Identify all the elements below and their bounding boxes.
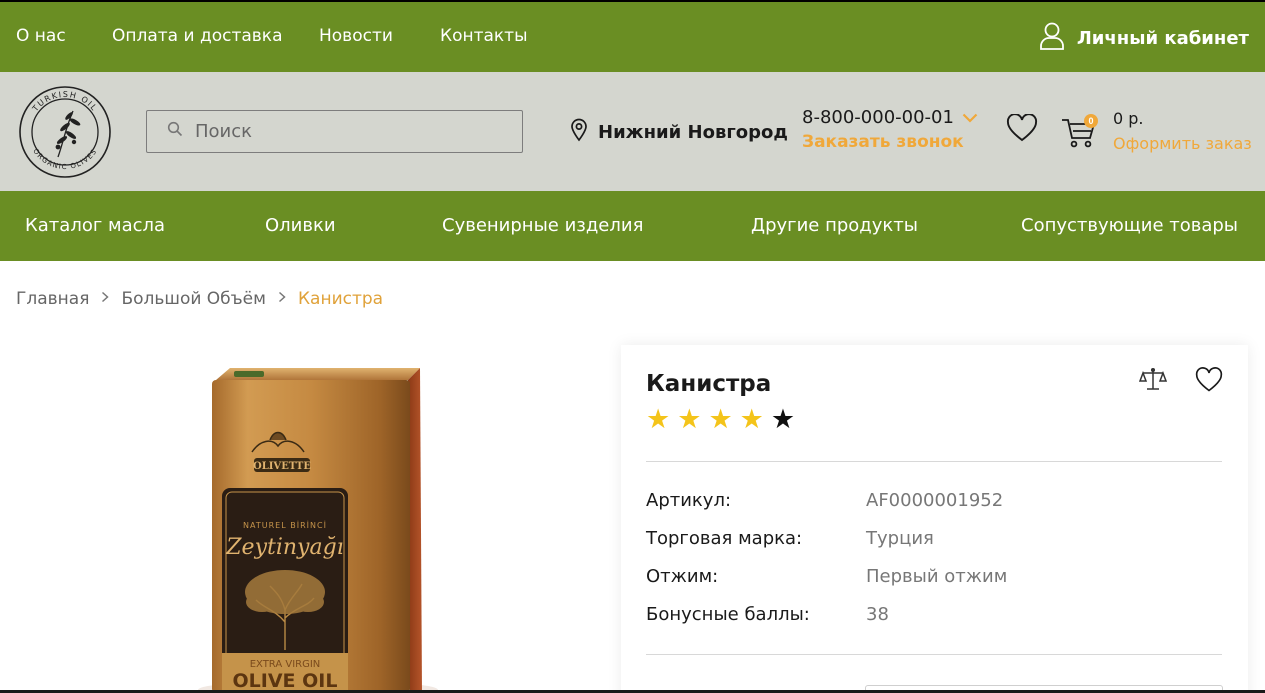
cart-summary: 0 р. Оформить заказ	[1113, 109, 1252, 153]
chevron-right-icon	[101, 291, 110, 307]
catalog-item-souvenirs[interactable]: Сувенирные изделия	[442, 215, 643, 236]
star-icon[interactable]: ★	[740, 405, 764, 433]
breadcrumb-category[interactable]: Большой Объём	[121, 289, 266, 309]
heart-icon	[1006, 113, 1038, 146]
can-extra-label: EXTRA VIRGIN	[250, 659, 321, 670]
search-icon	[167, 121, 183, 142]
prop-row-pressing: Отжим: Первый отжим	[646, 566, 1007, 604]
prop-row-bonus: Бонусные баллы: 38	[646, 604, 1007, 642]
svg-text:ORGANIC OLIVES: ORGANIC OLIVES	[31, 147, 98, 171]
divider	[646, 461, 1222, 462]
chevron-right-icon	[278, 291, 286, 307]
city-label: Нижний Новгород	[598, 122, 788, 143]
city-selector[interactable]: Нижний Новгород	[570, 118, 788, 147]
prop-value: Турция	[866, 528, 934, 549]
star-icon[interactable]: ★	[708, 405, 732, 433]
can-oil-label: OLIVE OIL	[233, 670, 338, 692]
prop-key: Бонусные баллы:	[646, 604, 810, 625]
site-logo[interactable]: TURKISH OIL ORGANIC OLIVES	[18, 85, 112, 179]
favorites-button[interactable]	[1006, 113, 1038, 147]
location-pin-icon	[570, 118, 588, 147]
prop-key: Артикул:	[646, 490, 732, 511]
star-icon[interactable]: ★	[771, 405, 795, 433]
phone-block: 8-800-000-00-01 Заказать звонок	[802, 107, 978, 152]
breadcrumb-home[interactable]: Главная	[16, 289, 89, 309]
catalog-item-oil[interactable]: Каталог масла	[25, 215, 165, 236]
cart-icon	[1060, 119, 1098, 154]
cart-sum: 0 р.	[1113, 109, 1144, 128]
prop-value: Первый отжим	[866, 566, 1008, 587]
user-icon	[1039, 22, 1065, 55]
prop-value: AF0000001952	[866, 490, 1004, 511]
site-header: TURKISH OIL ORGANIC OLIVES Поиск Нижний …	[0, 72, 1265, 191]
top-link-payment-delivery[interactable]: Оплата и доставка	[112, 26, 282, 46]
top-link-news[interactable]: Новости	[319, 26, 393, 46]
top-link-contacts[interactable]: Контакты	[440, 26, 528, 46]
product-title: Канистра	[646, 371, 772, 397]
can-sub-label: NATUREL BİRİNCİ	[243, 520, 327, 530]
search-box[interactable]	[146, 110, 523, 153]
prop-row-article: Артикул: AF0000001952	[646, 490, 1007, 528]
top-bar: О нас Оплата и доставка Новости Контакты…	[0, 0, 1265, 72]
checkout-link[interactable]: Оформить заказ	[1113, 134, 1252, 153]
chevron-down-icon[interactable]	[962, 107, 978, 128]
rating-stars[interactable]: ★ ★ ★ ★ ★	[646, 405, 795, 433]
can-brand-label: OLIVETTE	[253, 461, 311, 472]
account-link[interactable]: Личный кабинет	[1039, 22, 1249, 55]
product-image[interactable]: OLIVETTE NATUREL BİRİNCİ Zeytinyağı EXTR…	[190, 360, 450, 693]
product-properties: Артикул: AF0000001952 Торговая марка: Ту…	[646, 490, 1007, 642]
divider	[646, 654, 1222, 655]
compare-scales-icon	[1138, 367, 1168, 397]
prop-value: 38	[866, 604, 889, 625]
cart-button[interactable]: 0	[1060, 112, 1098, 155]
phone-number[interactable]: 8-800-000-00-01	[802, 107, 954, 128]
catalog-item-accessories[interactable]: Сопуствующие товары	[1021, 215, 1238, 236]
heart-icon	[1195, 367, 1223, 397]
prop-key: Торговая марка:	[646, 528, 803, 549]
product-info-card: Канистра ★★★★★ Артикул: AF0000001952	[621, 345, 1248, 693]
star-icon[interactable]: ★	[646, 405, 670, 433]
add-to-favorites-button[interactable]	[1195, 367, 1223, 398]
can-name-label: Zeytinyağı	[225, 535, 343, 560]
prop-key: Отжим:	[646, 566, 719, 587]
breadcrumb-current: Канистра	[297, 289, 384, 309]
star-icon[interactable]: ★	[677, 405, 701, 433]
compare-button[interactable]	[1138, 367, 1168, 398]
prop-row-brand: Торговая марка: Турция	[646, 528, 1007, 566]
account-label: Личный кабинет	[1076, 28, 1249, 49]
catalog-item-other-products[interactable]: Другие продукты	[751, 215, 918, 236]
top-link-about[interactable]: О нас	[16, 26, 66, 46]
callback-link[interactable]: Заказать звонок	[802, 132, 978, 152]
breadcrumb: Главная Большой Объём Канистра	[16, 289, 383, 309]
search-input[interactable]	[195, 121, 515, 142]
catalog-item-olives[interactable]: Оливки	[265, 215, 336, 236]
catalog-nav: Каталог масла Оливки Сувенирные изделия …	[0, 191, 1265, 261]
cart-count-badge: 0	[1084, 114, 1098, 128]
